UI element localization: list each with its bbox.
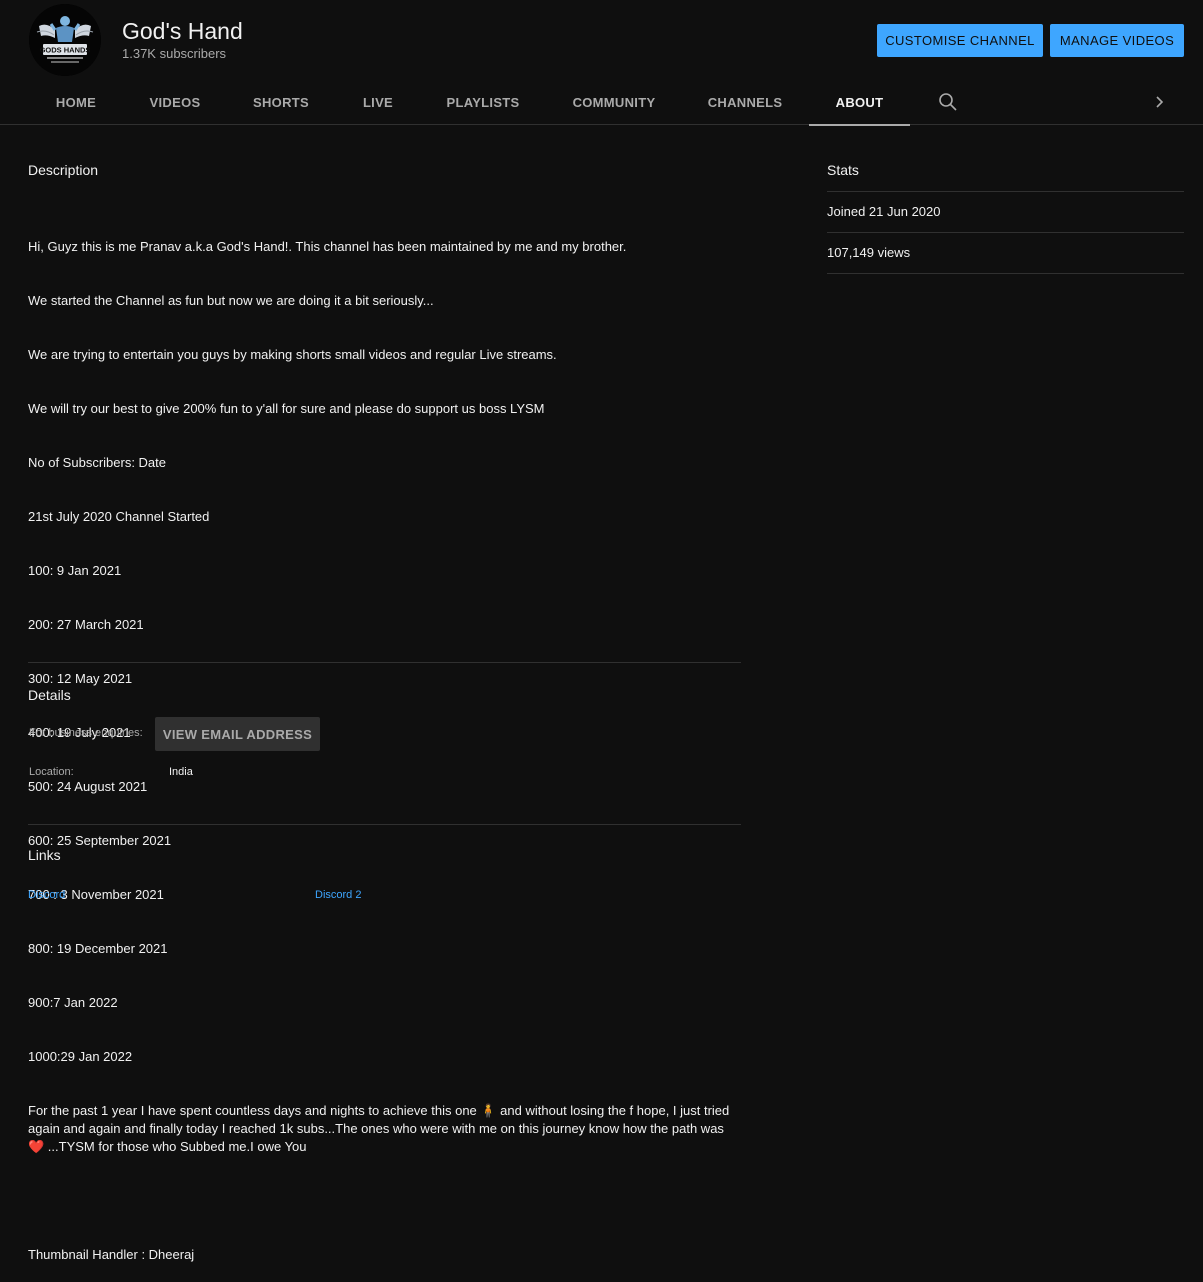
description-line: 1000:29 Jan 2022	[28, 1049, 133, 1064]
location-label: Location:	[29, 766, 74, 778]
description-line: For the past 1 year I have spent countle…	[28, 1103, 733, 1154]
joined-date: Joined 21 Jun 2020	[827, 204, 941, 219]
tab-about[interactable]: ABOUT	[809, 80, 910, 126]
tab-playlists[interactable]: PLAYLISTS	[420, 80, 546, 125]
customise-channel-button[interactable]: CUSTOMISE CHANNEL	[877, 24, 1043, 57]
svg-text:GODS HANDS: GODS HANDS	[40, 46, 91, 55]
divider	[827, 191, 1184, 192]
description-line: No of Subscribers: Date	[28, 455, 167, 470]
channel-tabs: HOME VIDEOS SHORTS LIVE PLAYLISTS COMMUN…	[0, 80, 1203, 126]
business-enquiries-label: For business enquiries:	[29, 727, 143, 739]
details-heading: Details	[28, 687, 71, 703]
description-heading: Description	[28, 162, 99, 178]
description-line	[28, 1192, 741, 1210]
description-line: We are trying to entertain you guys by m…	[28, 347, 557, 362]
description-line: 100: 9 Jan 2021	[28, 563, 122, 578]
description-line: 500: 24 August 2021	[28, 779, 148, 794]
description-line: 300: 12 May 2021	[28, 671, 133, 686]
description-line: We started the Channel as fun but now we…	[28, 293, 434, 308]
tab-channels[interactable]: CHANNELS	[682, 80, 808, 125]
description-line: 800: 19 December 2021	[28, 941, 168, 956]
tab-live[interactable]: LIVE	[336, 80, 420, 125]
links-heading: Links	[28, 847, 61, 863]
link-discord-2[interactable]: Discord 2	[315, 889, 361, 901]
location-value: India	[169, 766, 193, 778]
link-discord[interactable]: Discord	[28, 889, 65, 901]
description-line: Hi, Guyz this is me Pranav a.k.a God's H…	[28, 239, 627, 254]
tab-videos[interactable]: VIDEOS	[124, 80, 226, 125]
description-line: 600: 25 September 2021	[28, 833, 172, 848]
search-icon[interactable]	[938, 92, 958, 112]
description-line: Thumbnail Handler : Dheeraj	[28, 1247, 195, 1262]
channel-header: GODS HANDS God's Hand 1.37K subscribers …	[0, 0, 1203, 80]
subscriber-count: 1.37K subscribers	[122, 46, 227, 61]
chevron-right-icon[interactable]	[1150, 92, 1170, 112]
description-text: Hi, Guyz this is me Pranav a.k.a God's H…	[28, 202, 741, 1282]
channel-avatar[interactable]: GODS HANDS	[29, 4, 101, 76]
tab-shorts[interactable]: SHORTS	[226, 80, 336, 125]
divider	[827, 273, 1184, 274]
gods-hands-logo: GODS HANDS	[29, 4, 101, 76]
tab-community[interactable]: COMMUNITY	[546, 80, 682, 125]
description-line: 700 : 3 November 2021	[28, 887, 164, 902]
tab-home[interactable]: HOME	[28, 80, 124, 125]
manage-videos-button[interactable]: MANAGE VIDEOS	[1050, 24, 1184, 57]
view-count: 107,149 views	[827, 245, 911, 260]
description-line: 900:7 Jan 2022	[28, 995, 118, 1010]
divider	[28, 824, 741, 825]
description-line: 200: 27 March 2021	[28, 617, 144, 632]
view-email-address-button[interactable]: VIEW EMAIL ADDRESS	[155, 717, 320, 751]
description-line: 21st July 2020 Channel Started	[28, 509, 210, 524]
description-line: We will try our best to give 200% fun to…	[28, 401, 545, 416]
divider	[827, 232, 1184, 233]
stats-heading: Stats	[827, 162, 859, 178]
channel-name: God's Hand	[122, 18, 243, 44]
divider	[28, 662, 741, 663]
